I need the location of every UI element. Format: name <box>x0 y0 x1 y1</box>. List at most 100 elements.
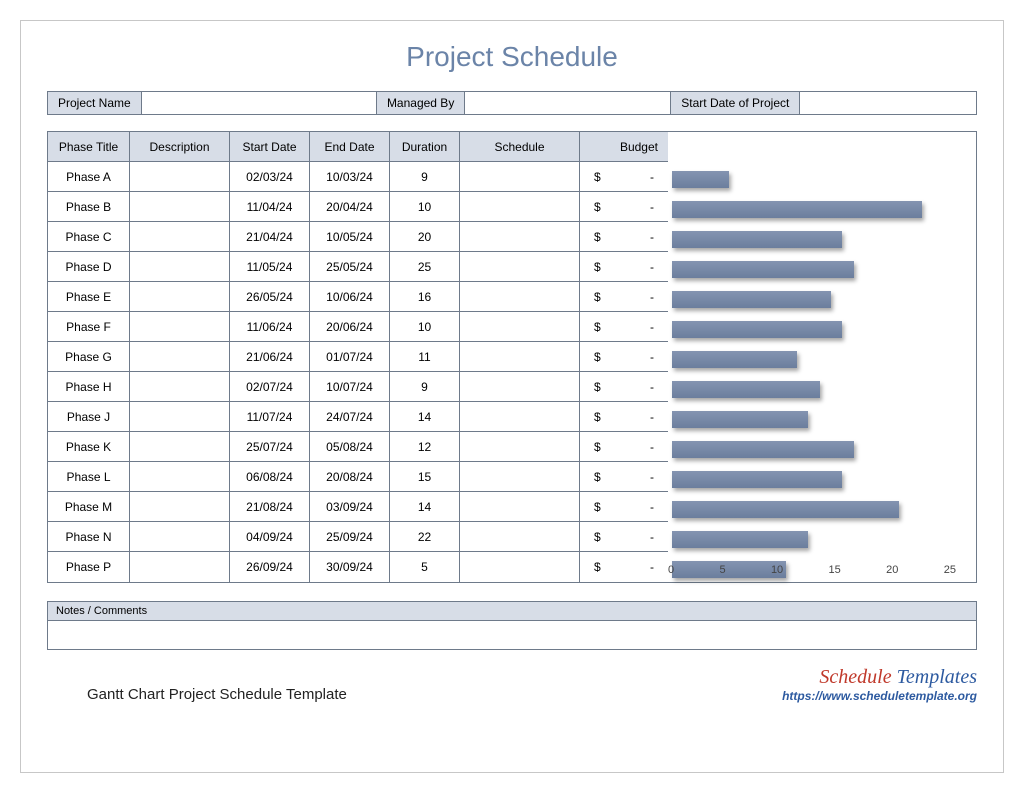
cell-budget[interactable]: $- <box>580 312 668 342</box>
cell-dur[interactable]: 16 <box>390 282 460 312</box>
cell-end[interactable]: 25/09/24 <box>310 522 390 552</box>
cell-start[interactable]: 25/07/24 <box>230 432 310 462</box>
cell-desc[interactable] <box>130 192 230 222</box>
cell-desc[interactable] <box>130 492 230 522</box>
cell-desc[interactable] <box>130 522 230 552</box>
cell-dur[interactable]: 10 <box>390 312 460 342</box>
cell-start[interactable]: 04/09/24 <box>230 522 310 552</box>
cell-desc[interactable] <box>130 552 230 582</box>
cell-desc[interactable] <box>130 462 230 492</box>
cell-sched[interactable] <box>460 432 580 462</box>
cell-budget[interactable]: $- <box>580 462 668 492</box>
cell-dur[interactable]: 11 <box>390 342 460 372</box>
cell-sched[interactable] <box>460 492 580 522</box>
cell-dur[interactable]: 20 <box>390 222 460 252</box>
cell-start[interactable]: 11/04/24 <box>230 192 310 222</box>
cell-phase[interactable]: Phase J <box>48 402 130 432</box>
cell-desc[interactable] <box>130 282 230 312</box>
cell-desc[interactable] <box>130 162 230 192</box>
cell-desc[interactable] <box>130 312 230 342</box>
cell-end[interactable]: 24/07/24 <box>310 402 390 432</box>
cell-phase[interactable]: Phase G <box>48 342 130 372</box>
cell-phase[interactable]: Phase B <box>48 192 130 222</box>
cell-sched[interactable] <box>460 162 580 192</box>
cell-budget[interactable]: $- <box>580 432 668 462</box>
cell-sched[interactable] <box>460 282 580 312</box>
cell-budget[interactable]: $- <box>580 342 668 372</box>
cell-sched[interactable] <box>460 372 580 402</box>
cell-sched[interactable] <box>460 552 580 582</box>
cell-phase[interactable]: Phase N <box>48 522 130 552</box>
cell-phase[interactable]: Phase M <box>48 492 130 522</box>
cell-budget[interactable]: $- <box>580 162 668 192</box>
cell-desc[interactable] <box>130 222 230 252</box>
cell-phase[interactable]: Phase K <box>48 432 130 462</box>
start-date-input[interactable] <box>800 92 976 114</box>
cell-budget[interactable]: $- <box>580 552 668 582</box>
cell-desc[interactable] <box>130 432 230 462</box>
cell-phase[interactable]: Phase F <box>48 312 130 342</box>
cell-phase[interactable]: Phase A <box>48 162 130 192</box>
cell-sched[interactable] <box>460 522 580 552</box>
cell-end[interactable]: 03/09/24 <box>310 492 390 522</box>
cell-dur[interactable]: 25 <box>390 252 460 282</box>
cell-budget[interactable]: $- <box>580 522 668 552</box>
cell-dur[interactable]: 14 <box>390 402 460 432</box>
cell-dur[interactable]: 22 <box>390 522 460 552</box>
cell-start[interactable]: 02/03/24 <box>230 162 310 192</box>
cell-end[interactable]: 05/08/24 <box>310 432 390 462</box>
cell-budget[interactable]: $- <box>580 402 668 432</box>
cell-end[interactable]: 10/03/24 <box>310 162 390 192</box>
cell-start[interactable]: 21/06/24 <box>230 342 310 372</box>
cell-budget[interactable]: $- <box>580 282 668 312</box>
cell-sched[interactable] <box>460 312 580 342</box>
cell-start[interactable]: 26/09/24 <box>230 552 310 582</box>
cell-desc[interactable] <box>130 372 230 402</box>
cell-dur[interactable]: 15 <box>390 462 460 492</box>
cell-end[interactable]: 20/06/24 <box>310 312 390 342</box>
cell-budget[interactable]: $- <box>580 222 668 252</box>
cell-sched[interactable] <box>460 252 580 282</box>
cell-dur[interactable]: 12 <box>390 432 460 462</box>
cell-dur[interactable]: 9 <box>390 162 460 192</box>
cell-start[interactable]: 11/06/24 <box>230 312 310 342</box>
cell-start[interactable]: 21/04/24 <box>230 222 310 252</box>
cell-sched[interactable] <box>460 192 580 222</box>
cell-budget[interactable]: $- <box>580 252 668 282</box>
cell-start[interactable]: 06/08/24 <box>230 462 310 492</box>
cell-phase[interactable]: Phase H <box>48 372 130 402</box>
cell-end[interactable]: 10/05/24 <box>310 222 390 252</box>
cell-dur[interactable]: 9 <box>390 372 460 402</box>
cell-sched[interactable] <box>460 402 580 432</box>
cell-phase[interactable]: Phase D <box>48 252 130 282</box>
cell-budget[interactable]: $- <box>580 492 668 522</box>
cell-start[interactable]: 11/07/24 <box>230 402 310 432</box>
cell-phase[interactable]: Phase C <box>48 222 130 252</box>
cell-phase[interactable]: Phase P <box>48 552 130 582</box>
cell-desc[interactable] <box>130 252 230 282</box>
cell-desc[interactable] <box>130 402 230 432</box>
cell-dur[interactable]: 14 <box>390 492 460 522</box>
cell-sched[interactable] <box>460 462 580 492</box>
cell-end[interactable]: 20/08/24 <box>310 462 390 492</box>
cell-phase[interactable]: Phase L <box>48 462 130 492</box>
cell-desc[interactable] <box>130 342 230 372</box>
project-name-input[interactable] <box>142 92 377 114</box>
managed-by-input[interactable] <box>465 92 671 114</box>
cell-budget[interactable]: $- <box>580 192 668 222</box>
cell-end[interactable]: 30/09/24 <box>310 552 390 582</box>
cell-phase[interactable]: Phase E <box>48 282 130 312</box>
cell-budget[interactable]: $- <box>580 372 668 402</box>
notes-input[interactable] <box>48 621 976 649</box>
cell-end[interactable]: 25/05/24 <box>310 252 390 282</box>
cell-end[interactable]: 10/06/24 <box>310 282 390 312</box>
cell-dur[interactable]: 10 <box>390 192 460 222</box>
cell-dur[interactable]: 5 <box>390 552 460 582</box>
cell-start[interactable]: 02/07/24 <box>230 372 310 402</box>
cell-end[interactable]: 10/07/24 <box>310 372 390 402</box>
cell-end[interactable]: 01/07/24 <box>310 342 390 372</box>
cell-end[interactable]: 20/04/24 <box>310 192 390 222</box>
cell-start[interactable]: 11/05/24 <box>230 252 310 282</box>
cell-sched[interactable] <box>460 222 580 252</box>
cell-start[interactable]: 26/05/24 <box>230 282 310 312</box>
